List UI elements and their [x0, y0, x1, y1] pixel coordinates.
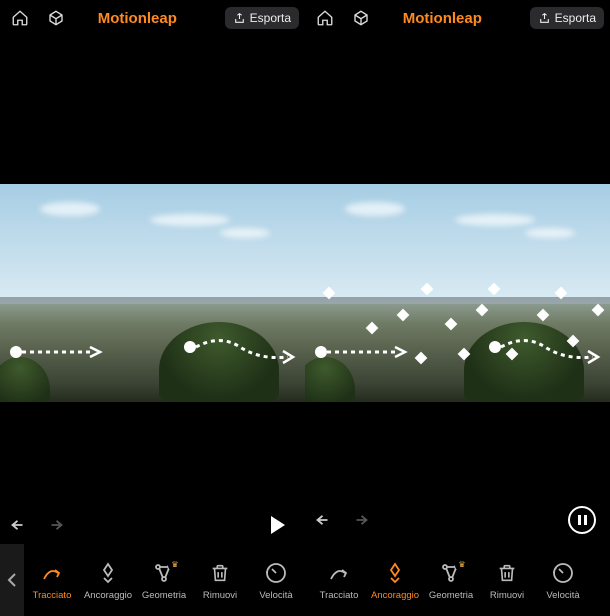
export-label: Esporta — [555, 11, 596, 25]
home-icon[interactable] — [6, 4, 34, 32]
tool-rimuovi[interactable]: Rimuovi — [192, 560, 248, 601]
tool-ancoraggio[interactable]: Ancoraggio — [80, 560, 136, 601]
header: Motionleap Esporta — [305, 0, 610, 36]
tool-velocita[interactable]: Velocità — [248, 560, 304, 601]
tool-tracciato[interactable]: Tracciato — [24, 560, 80, 601]
app-title: Motionleap — [58, 10, 217, 27]
redo-button[interactable] — [44, 517, 64, 533]
redo-button[interactable] — [349, 512, 369, 528]
trash-icon — [494, 560, 520, 586]
anchor-icon — [382, 560, 408, 586]
bottom-toolbar: Tracciato Ancoraggio ♛ Geometria — [305, 544, 610, 616]
bottom-toolbar: Tracciato Ancoraggio ♛ Geometria — [0, 544, 305, 616]
tool-geometria[interactable]: ♛ Geometria — [136, 560, 192, 601]
tool-tracciato[interactable]: Tracciato — [311, 560, 367, 601]
share-icon — [233, 12, 246, 25]
header: Motionleap Esporta — [0, 0, 305, 36]
transport-controls — [305, 506, 610, 544]
canvas[interactable] — [0, 36, 305, 420]
left-panel: Motionleap Esporta — [0, 0, 305, 616]
right-panel: Motionleap Esporta — [305, 0, 610, 616]
pause-button[interactable] — [568, 506, 596, 534]
toolbar-back-button[interactable] — [0, 544, 24, 616]
path-icon — [326, 560, 352, 586]
speed-icon — [263, 560, 289, 586]
anchor-icon — [95, 560, 121, 586]
undo-button[interactable] — [10, 517, 30, 533]
canvas[interactable] — [305, 36, 610, 420]
tool-velocita[interactable]: Velocità — [535, 560, 591, 601]
path-icon — [39, 560, 65, 586]
trash-icon — [207, 560, 233, 586]
export-button[interactable]: Esporta — [225, 7, 299, 29]
tool-geometria[interactable]: ♛ Geometria — [423, 560, 479, 601]
export-button[interactable]: Esporta — [530, 7, 604, 29]
share-icon — [538, 12, 551, 25]
tool-ancoraggio[interactable]: Ancoraggio — [367, 560, 423, 601]
speed-icon — [550, 560, 576, 586]
app-title: Motionleap — [363, 10, 522, 27]
tool-rimuovi[interactable]: Rimuovi — [479, 560, 535, 601]
transport-controls — [0, 516, 305, 544]
play-button[interactable] — [271, 516, 285, 534]
undo-button[interactable] — [315, 512, 335, 528]
premium-badge: ♛ — [455, 558, 469, 572]
export-label: Esporta — [250, 11, 291, 25]
home-icon[interactable] — [311, 4, 339, 32]
premium-badge: ♛ — [168, 558, 182, 572]
